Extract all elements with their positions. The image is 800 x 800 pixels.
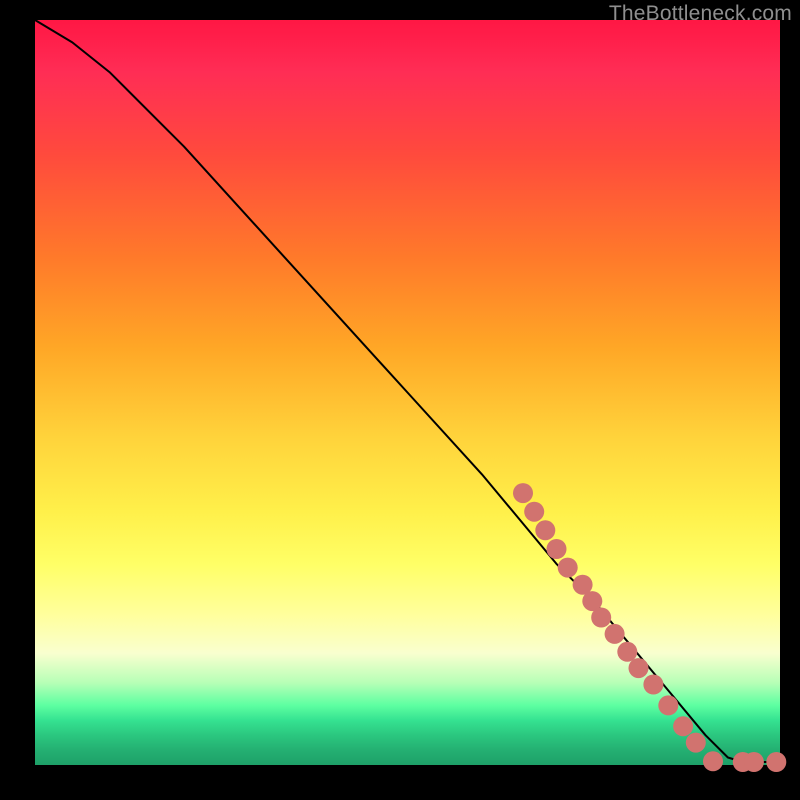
curve-line [35,20,780,762]
curve-marker [547,539,567,559]
plot-area [35,20,780,765]
curve-marker [686,733,706,753]
curve-marker [513,483,533,503]
curve-marker [766,752,786,772]
chart-stage: TheBottleneck.com [0,0,800,800]
curve-markers [513,483,786,772]
curve-marker [617,642,637,662]
curve-marker [605,624,625,644]
curve-marker [524,502,544,522]
chart-svg [35,20,780,765]
curve-marker [673,716,693,736]
curve-marker [744,752,764,772]
curve-marker [629,658,649,678]
curve-marker [643,675,663,695]
curve-marker [703,751,723,771]
curve-marker [591,608,611,628]
curve-marker [535,520,555,540]
curve-marker [658,695,678,715]
curve-marker [558,558,578,578]
watermark-text: TheBottleneck.com [609,2,792,26]
